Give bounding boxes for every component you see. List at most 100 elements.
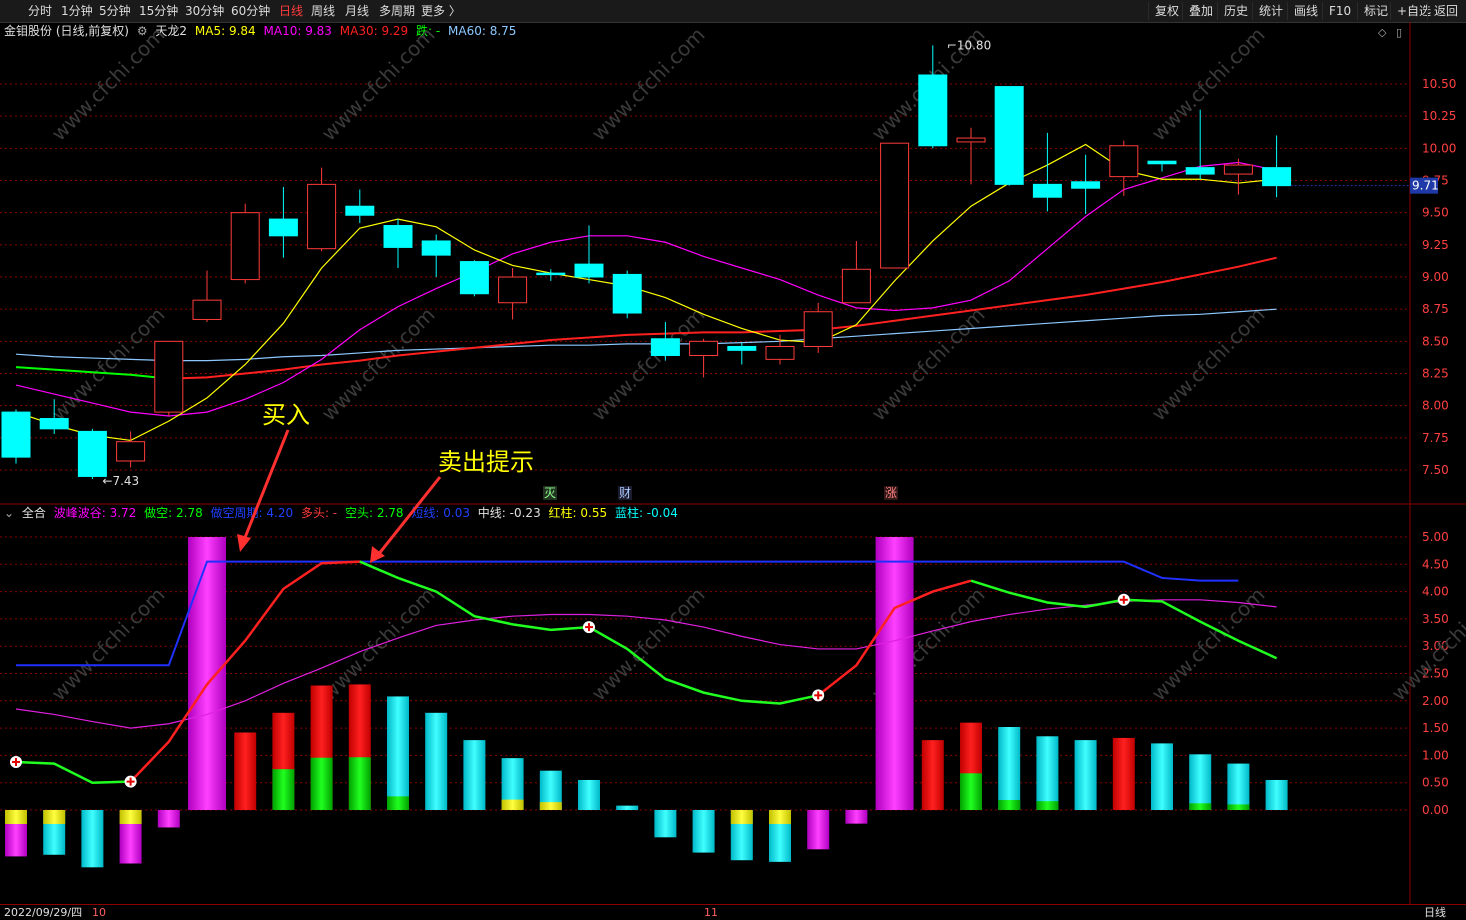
sub-bar-green	[310, 757, 333, 810]
period-toolbar: 分时 1分钟 5分钟 15分钟 30分钟 60分钟 日线 周线 月线 多周期 更多 〉 复权 叠加 历史统…	[0, 0, 1466, 23]
candle-body	[1223, 164, 1253, 175]
price-tick-label: 7.50	[1422, 463, 1449, 477]
toolbar-button-6[interactable]: 标记	[1357, 2, 1394, 20]
sub-bar-yellow	[769, 810, 791, 824]
sub-bar-yellow	[501, 799, 524, 810]
price-tick-label: 10.00	[1422, 141, 1456, 155]
toolbar-button-5[interactable]: F10	[1322, 2, 1357, 20]
price-tick-label: 9.50	[1422, 206, 1449, 220]
period-tab-9[interactable]: 多周期	[379, 3, 415, 20]
candle-body	[1, 411, 31, 458]
buy-annotation: 买入	[262, 401, 310, 429]
sub-bar	[157, 810, 180, 828]
buy-arrow	[242, 429, 290, 541]
period-tab-10[interactable]: 更多 〉	[421, 3, 461, 20]
candle-body	[880, 142, 910, 269]
candle-body	[307, 183, 337, 250]
period-tab-0[interactable]: 分时	[28, 3, 52, 20]
toolbar-button-4[interactable]: 画线	[1287, 2, 1324, 20]
sub-tick-label: 5.00	[1422, 530, 1449, 544]
sub-bar-green	[1227, 804, 1250, 810]
watermark-text: www.cfchi.com	[587, 303, 710, 426]
zhang-marker: 涨	[885, 485, 897, 500]
sell-arrow	[376, 476, 442, 556]
candle-body	[1071, 181, 1101, 189]
candle-body	[383, 225, 413, 248]
period-tab-2[interactable]: 5分钟	[99, 3, 131, 20]
candle-body	[459, 261, 489, 295]
period-tab-5[interactable]: 60分钟	[231, 3, 270, 20]
price-tick-label: 7.75	[1422, 431, 1449, 445]
candle-body	[918, 74, 948, 147]
watermark-text: www.cfchi.com	[1147, 303, 1270, 426]
candle-body	[650, 338, 680, 356]
candle-body	[116, 441, 146, 462]
month-label-10: 10	[92, 906, 106, 919]
sub-bar	[1036, 736, 1059, 810]
toolbar-button-3[interactable]: 统计	[1252, 2, 1289, 20]
price-tick-label: 8.50	[1422, 334, 1449, 348]
current-price-tag: 9.71	[1412, 179, 1439, 193]
watermark-text: www.cfchi.com	[317, 583, 440, 706]
candle-body	[689, 340, 719, 356]
sub-bar-green	[387, 796, 409, 810]
sub-bar	[234, 732, 257, 810]
candle-body	[1032, 183, 1062, 198]
candle-body	[1109, 145, 1139, 178]
high-price-label: ⌐10.80	[947, 38, 991, 52]
sub-tick-label: 4.50	[1422, 557, 1449, 571]
current-date: 2022/09/29/四	[4, 906, 83, 919]
toolbar-button-8[interactable]: 返回	[1427, 2, 1464, 20]
sub-bar	[616, 805, 639, 810]
sub-bar-yellow	[5, 810, 27, 824]
sub-bar-green	[1189, 803, 1212, 810]
sub-bar	[692, 810, 715, 853]
sub-bar	[1227, 763, 1250, 810]
candle-body	[230, 212, 260, 281]
kline-chart[interactable]: 10.5010.2510.009.759.509.259.008.758.508…	[0, 22, 1466, 904]
candle-body	[841, 268, 871, 304]
candle-body	[498, 276, 528, 304]
sub-tick-label: 3.50	[1422, 612, 1449, 626]
period-tab-4[interactable]: 30分钟	[185, 3, 224, 20]
sub-bar-yellow	[43, 810, 66, 824]
sub-bar	[387, 696, 409, 810]
sub-bar	[578, 779, 600, 810]
sub-bar	[998, 727, 1021, 810]
sub-tick-label: 2.00	[1422, 694, 1449, 708]
candle-body	[421, 240, 451, 256]
toolbar-button-2[interactable]: 历史	[1217, 2, 1254, 20]
sub-bar-yellow	[730, 810, 753, 824]
sub-bar-green	[960, 773, 982, 810]
watermark-text: www.cfchi.com	[47, 583, 170, 706]
sub-bar	[81, 810, 104, 868]
period-tab-8[interactable]: 月线	[345, 3, 369, 20]
period-tab-6[interactable]: 日线	[279, 3, 303, 20]
toolbar-button-0[interactable]: 复权	[1148, 2, 1185, 20]
candle-body	[1147, 160, 1177, 165]
price-tick-label: 8.00	[1422, 399, 1449, 413]
sub-bar	[1265, 779, 1288, 810]
low-price-label: ←7.43	[102, 474, 139, 488]
sub-bar	[1151, 743, 1173, 810]
sub-tick-label: 4.00	[1422, 585, 1449, 599]
candle-body	[154, 340, 184, 413]
month-label-11: 11	[704, 906, 718, 919]
price-tick-label: 9.25	[1422, 238, 1449, 252]
cai-marker: 财	[619, 486, 631, 500]
sub-bar	[1112, 737, 1135, 810]
period-tab-7[interactable]: 周线	[311, 3, 335, 20]
toolbar-button-1[interactable]: 叠加	[1182, 2, 1219, 20]
sub-bar-big	[188, 537, 226, 810]
sub-bar	[463, 740, 486, 810]
sub-bar	[654, 810, 677, 838]
period-tab-1[interactable]: 1分钟	[61, 3, 93, 20]
buy-arrowhead	[237, 534, 251, 552]
period-tab-3[interactable]: 15分钟	[139, 3, 178, 20]
mie-marker: 灭	[544, 486, 556, 500]
sub-bar-yellow	[539, 802, 562, 810]
candle-body	[192, 299, 222, 320]
candle-body	[612, 273, 642, 314]
candle-body	[1185, 167, 1215, 175]
candle-body	[574, 263, 604, 278]
